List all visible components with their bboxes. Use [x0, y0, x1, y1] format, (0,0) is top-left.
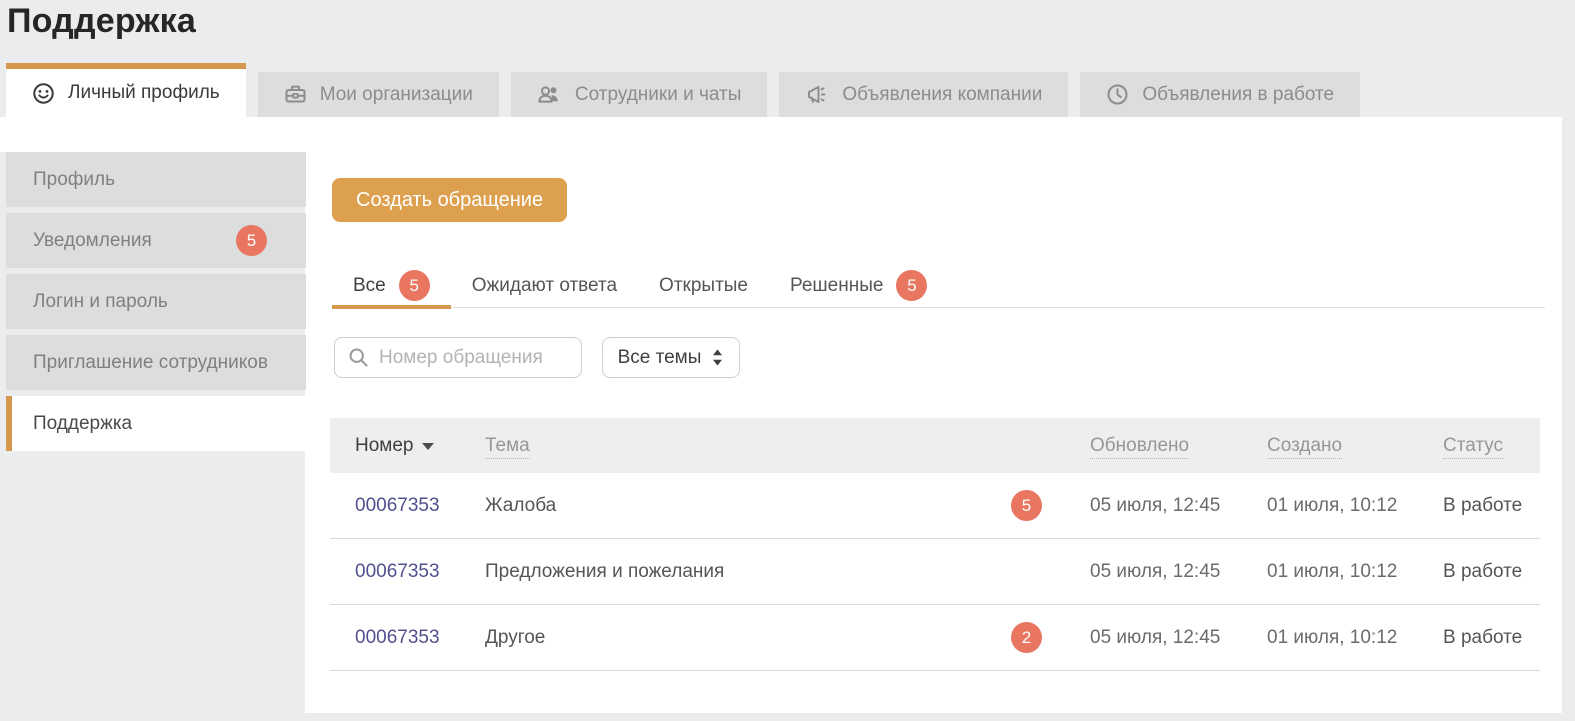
filter-tab-label: Все	[353, 274, 386, 296]
created-cell: 01 июля, 10:12	[1267, 494, 1398, 516]
tab-label: Объявления компании	[842, 83, 1043, 105]
sidebar-item-label: Поддержка	[33, 412, 133, 434]
briefcase-icon	[284, 83, 307, 106]
table-row[interactable]: 00067353 Предложения и пожелания 05 июля…	[330, 539, 1540, 605]
tab-label: Сотрудники и чаты	[574, 83, 742, 105]
status-cell: В работе	[1443, 626, 1523, 648]
tab-label: Личный профиль	[68, 82, 220, 103]
topic-cell: Предложения и пожелания	[485, 561, 1090, 583]
column-header-updated[interactable]: Обновлено	[1090, 434, 1267, 459]
table-header: Номер Тема Обновлено Создано Статус	[330, 418, 1540, 473]
sidebar-item-label: Приглашение сотрудников	[33, 351, 268, 373]
filter-tab-label: Ожидают ответа	[471, 274, 618, 296]
ticket-number-link[interactable]: 00067353	[355, 561, 485, 583]
created-cell: 01 июля, 10:12	[1267, 626, 1398, 648]
sidebar-item-invite-employees[interactable]: Приглашение сотрудников	[6, 335, 306, 390]
sidebar-item-label: Профиль	[33, 168, 116, 190]
column-header-created[interactable]: Создано	[1267, 434, 1443, 459]
sidebar-item-notifications[interactable]: Уведомления 5	[6, 213, 306, 268]
column-label: Номер	[355, 434, 414, 456]
caret-down-icon	[422, 443, 435, 450]
ticket-number-link[interactable]: 00067353	[355, 627, 485, 649]
sidebar-item-label: Логин и пароль	[33, 290, 168, 312]
tab-company-announcements[interactable]: Объявления компании	[779, 72, 1069, 117]
tab-my-organizations[interactable]: Мои организации	[257, 72, 499, 117]
column-label: Создано	[1267, 434, 1343, 459]
clock-icon	[1106, 83, 1129, 106]
count-badge: 5	[896, 270, 928, 301]
table-row[interactable]: 00067353 Жалоба 5 05 июля, 12:45 01 июля…	[330, 473, 1540, 539]
topic-cell: Другое 2	[485, 622, 1090, 653]
tab-label: Объявления в работе	[1142, 83, 1335, 105]
created-cell: 01 июля, 10:12	[1267, 560, 1398, 582]
filter-tabs: Все 5 Ожидают ответа Открытые Решенные 5	[332, 264, 1545, 309]
sidebar-item-profile[interactable]: Профиль	[6, 152, 306, 207]
count-badge: 5	[398, 270, 430, 301]
updated-cell: 05 июля, 12:45	[1090, 494, 1221, 516]
updated-cell: 05 июля, 12:45	[1090, 626, 1221, 648]
sidebar-item-label: Уведомления	[33, 229, 152, 251]
unread-count-badge: 5	[1011, 490, 1042, 521]
page-title: Поддержка	[7, 2, 196, 40]
table-row[interactable]: 00067353 Другое 2 05 июля, 12:45 01 июля…	[330, 605, 1540, 671]
tab-announcements-in-progress[interactable]: Объявления в работе	[1080, 72, 1361, 117]
ticket-search-input[interactable]	[379, 346, 581, 369]
column-label: Тема	[485, 434, 530, 459]
tab-label: Мои организации	[319, 83, 473, 105]
column-header-number[interactable]: Номер	[355, 435, 485, 457]
top-tab-bar: Личный профиль Мои организации Сотрудник…	[6, 63, 1372, 117]
tickets-table: Номер Тема Обновлено Создано Статус 0006…	[330, 418, 1540, 671]
filter-tab-label: Открытые	[659, 274, 748, 296]
people-icon	[537, 83, 562, 106]
filter-tab-open[interactable]: Открытые	[638, 264, 769, 307]
tab-personal-profile[interactable]: Личный профиль	[6, 63, 246, 117]
topic-select[interactable]: Все темы	[602, 337, 740, 378]
content-background-strip	[0, 117, 306, 152]
megaphone-icon	[805, 83, 829, 106]
sidebar: Профиль Уведомления 5 Логин и пароль При…	[6, 152, 307, 457]
topic-label: Другое	[485, 626, 546, 648]
search-icon	[348, 347, 369, 368]
column-header-topic[interactable]: Тема	[485, 434, 1090, 459]
main-panel: Создать обращение Все 5 Ожидают ответа О…	[305, 117, 1562, 713]
topic-label: Жалоба	[485, 494, 557, 516]
topic-label: Предложения и пожелания	[485, 560, 725, 582]
column-label: Обновлено	[1090, 434, 1190, 459]
unread-count-badge: 2	[1011, 622, 1042, 653]
ticket-search[interactable]	[334, 337, 582, 378]
column-label: Статус	[1443, 434, 1504, 459]
status-cell: В работе	[1443, 494, 1523, 516]
sidebar-item-support[interactable]: Поддержка	[6, 396, 307, 451]
column-header-status[interactable]: Статус	[1443, 434, 1540, 459]
filter-tab-all[interactable]: Все 5	[332, 264, 451, 309]
ticket-number-link[interactable]: 00067353	[355, 495, 485, 517]
tab-employees-chats[interactable]: Сотрудники и чаты	[510, 72, 768, 117]
filter-tab-label: Решенные	[790, 274, 884, 296]
create-request-button[interactable]: Создать обращение	[332, 178, 568, 222]
support-page: Поддержка Личный профиль Мои организации…	[0, 0, 1575, 721]
sort-arrows-icon	[711, 348, 724, 367]
status-cell: В работе	[1443, 560, 1523, 582]
smiley-icon	[32, 82, 55, 105]
topic-select-value: Все темы	[617, 346, 702, 368]
topic-cell: Жалоба 5	[485, 490, 1090, 521]
updated-cell: 05 июля, 12:45	[1090, 560, 1221, 582]
sidebar-item-login-password[interactable]: Логин и пароль	[6, 274, 306, 329]
filter-tab-solved[interactable]: Решенные 5	[769, 264, 948, 307]
filter-tab-awaiting-reply[interactable]: Ожидают ответа	[451, 264, 638, 307]
notifications-count-badge: 5	[236, 225, 267, 256]
